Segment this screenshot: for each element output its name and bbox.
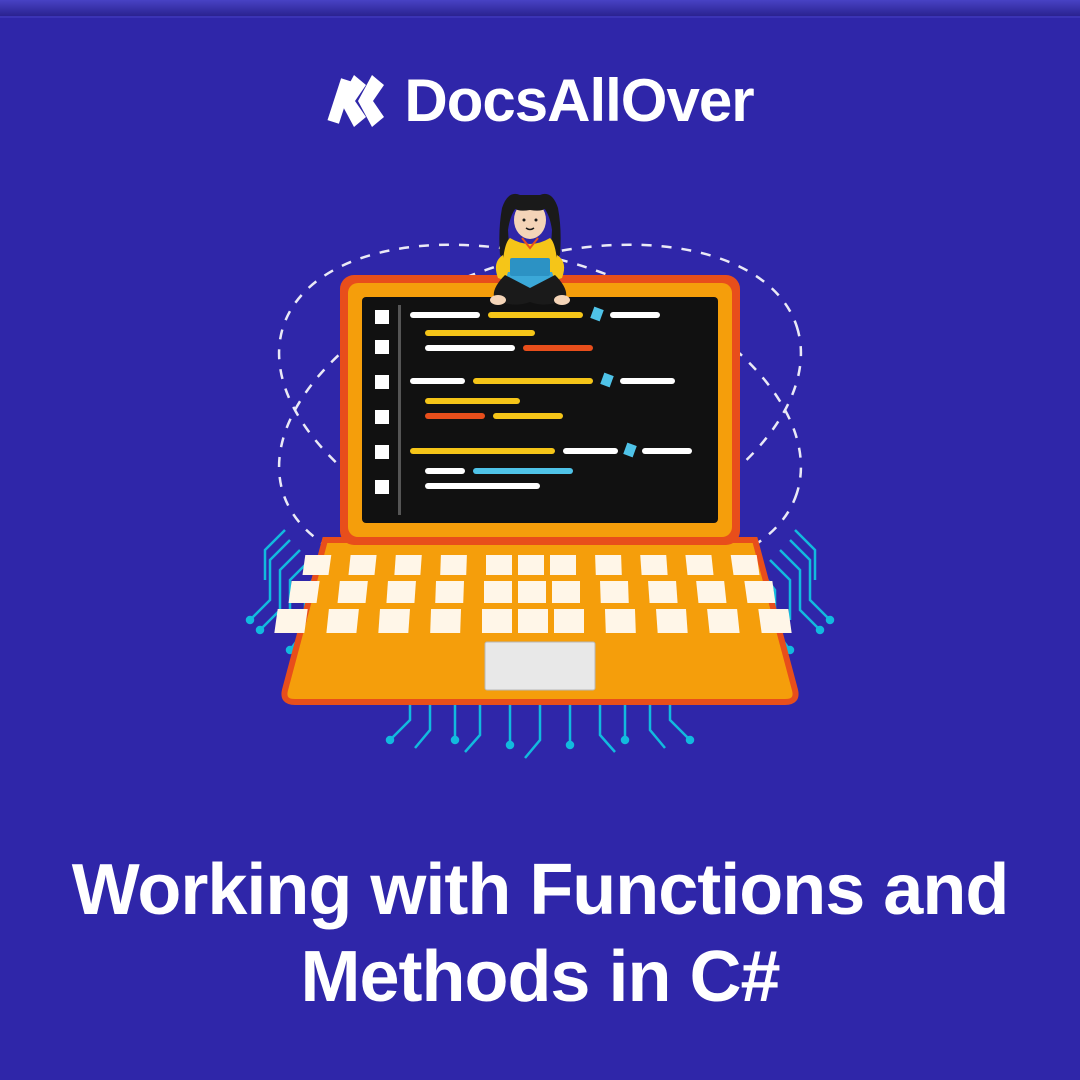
hero-illustration (230, 180, 850, 760)
logo-icon (326, 71, 386, 131)
page-title: Working with Functions and Methods in C# (0, 847, 1080, 1020)
top-accent-bar (0, 0, 1080, 18)
header: DocsAllOver (0, 66, 1080, 135)
brand-name: DocsAllOver (404, 66, 753, 135)
